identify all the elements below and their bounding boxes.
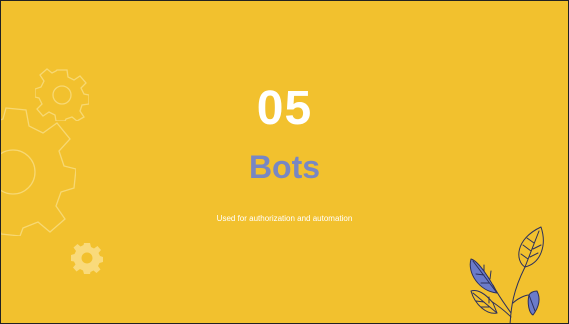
gear-icon <box>71 243 103 274</box>
section-subtitle: Used for authorization and automation <box>216 214 353 223</box>
section-title: Bots <box>248 149 321 185</box>
leaf-plant-icon <box>469 226 544 323</box>
section-number: 05 <box>256 82 313 135</box>
slide: 05 Bots Used for authorization and autom… <box>0 0 569 324</box>
